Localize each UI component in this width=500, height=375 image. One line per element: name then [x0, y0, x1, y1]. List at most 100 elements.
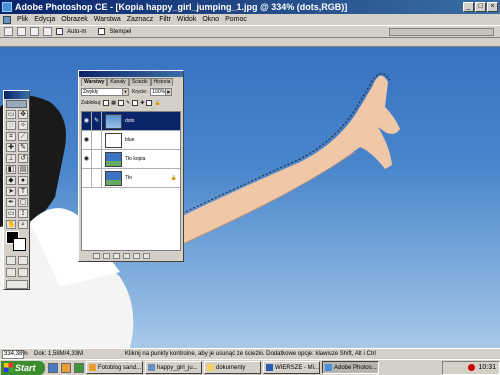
task-dokumenty[interactable]: dokumenty	[204, 361, 261, 374]
layer-row-dots[interactable]: ◉ ✎ dots	[82, 111, 180, 131]
task-wiersze[interactable]: WIERSZE - Mi...	[263, 361, 320, 374]
tab-paths[interactable]: Ścieżki	[128, 78, 151, 86]
adjustment-layer-icon[interactable]	[123, 253, 130, 259]
new-layer-icon[interactable]	[133, 253, 140, 259]
minimize-button[interactable]: _	[463, 2, 474, 12]
task-happy-girl[interactable]: happy_girl_ju...	[145, 361, 202, 374]
lock-position-checkbox[interactable]	[132, 100, 139, 106]
tab-history[interactable]: Historia	[150, 78, 174, 86]
magic-wand-tool-icon[interactable]: ✧	[18, 121, 28, 130]
layer-row-tlo-kopia[interactable]: ◉ Tło kopia	[82, 149, 180, 169]
menu-obrazek[interactable]: Obrazek	[61, 16, 87, 23]
clone-stamp-tool-icon[interactable]: ⊥	[6, 154, 16, 163]
lock-transparency-checkbox[interactable]	[103, 100, 110, 106]
transparency-icon: ▦	[111, 100, 117, 106]
dodge-tool-icon[interactable]: ●	[18, 176, 28, 185]
standard-mode-icon[interactable]	[6, 256, 16, 265]
palette-well[interactable]	[389, 28, 494, 36]
freeform-pen-icon[interactable]	[43, 27, 52, 36]
zoom-field[interactable]: 334,38%	[2, 349, 28, 359]
eyedropper-tool-icon[interactable]: ⟟	[18, 209, 28, 218]
layer-thumbnail	[105, 170, 122, 186]
type-tool-icon[interactable]: T	[18, 187, 28, 196]
media-quicklaunch-icon[interactable]	[74, 362, 84, 373]
history-brush-tool-icon[interactable]: ↺	[18, 154, 28, 163]
status-hint: Kliknij na punkty kontrolne, aby je usun…	[125, 351, 376, 357]
document-icon[interactable]	[3, 15, 11, 24]
word-document-icon	[266, 364, 273, 371]
close-button[interactable]: ×	[487, 2, 498, 12]
menu-widok[interactable]: Widok	[177, 16, 196, 23]
tab-channels[interactable]: Kanały	[107, 78, 129, 86]
antivirus-tray-icon[interactable]	[468, 364, 476, 371]
lock-pixels-checkbox[interactable]	[118, 100, 125, 106]
lasso-tool-icon[interactable]: ◌	[6, 121, 16, 130]
visibility-eye-icon[interactable]: ◉	[82, 130, 92, 150]
trash-icon[interactable]	[143, 253, 150, 259]
brush-tool-icon[interactable]: ✎	[18, 143, 28, 152]
task-fotoblog[interactable]: Fotoblog sand...	[86, 361, 143, 374]
pen-tool-preset-icon[interactable]	[4, 27, 13, 36]
slice-tool-icon[interactable]: ⟋	[18, 132, 28, 141]
pen-tool-icon[interactable]: ✒	[6, 198, 16, 207]
start-button[interactable]: Start	[1, 360, 45, 375]
tab-layers[interactable]: Warstwy	[81, 78, 108, 86]
new-set-icon[interactable]	[113, 253, 120, 259]
visibility-eye-icon[interactable]: ◉	[82, 149, 92, 169]
quick-mask-mode-icon[interactable]	[18, 256, 28, 265]
menu-filtr[interactable]: Filtr	[159, 16, 171, 23]
document-size[interactable]: Dok: 1,58M/4,33M	[34, 351, 83, 357]
folder-icon	[207, 364, 214, 371]
layer-style-icon[interactable]	[93, 253, 100, 259]
status-bar: 334,38% Dok: 1,58M/4,33M Kliknij na punk…	[0, 348, 500, 359]
maximize-button[interactable]: □	[475, 2, 486, 12]
stempel-checkbox[interactable]	[98, 28, 106, 35]
image-canvas[interactable]	[0, 47, 500, 348]
menu-zaznacz[interactable]: Zaznacz	[127, 16, 153, 23]
layer-row-blue[interactable]: ◉ blue	[82, 130, 180, 150]
shape-mode-icon[interactable]	[30, 27, 39, 36]
blend-mode-select[interactable]: Zwykły ▼	[81, 88, 129, 96]
hidden-eye-slot[interactable]	[82, 168, 92, 188]
brush-lock-icon: ✎	[126, 100, 131, 106]
marquee-tool-icon[interactable]: ▭	[6, 110, 16, 119]
clock[interactable]: 10:31	[478, 364, 496, 371]
hand-tool-icon[interactable]: ✋	[6, 220, 16, 229]
blur-tool-icon[interactable]: ◆	[6, 176, 16, 185]
healing-brush-tool-icon[interactable]: ✚	[6, 143, 16, 152]
menu-edycja[interactable]: Edycja	[34, 16, 55, 23]
system-tray: 10:31	[442, 360, 500, 375]
auto-add-checkbox[interactable]	[56, 28, 63, 35]
lock-all-checkbox[interactable]	[146, 100, 153, 106]
layer-row-tlo[interactable]: Tło 🔒	[82, 168, 180, 188]
tools-palette-header[interactable]	[4, 91, 29, 99]
opacity-field[interactable]: 100% ▶	[150, 88, 173, 96]
background-color-swatch[interactable]	[13, 238, 26, 251]
move-tool-icon[interactable]: ✥	[18, 110, 28, 119]
path-mode-icon[interactable]	[17, 27, 26, 36]
adobe-logo-icon[interactable]	[6, 100, 27, 108]
browser-quicklaunch-icon[interactable]	[61, 362, 71, 373]
stempel-label: Stempel	[109, 28, 132, 35]
menu-okno[interactable]: Okno	[202, 16, 219, 23]
menu-warstwa[interactable]: Warstwa	[94, 16, 121, 23]
crop-tool-icon[interactable]: ⌗	[6, 132, 16, 141]
lock-icon: 🔒	[170, 175, 177, 181]
menu-pomoc[interactable]: Pomoc	[225, 16, 247, 23]
menu-plik[interactable]: Plik	[17, 16, 28, 23]
layer-mask-icon[interactable]	[103, 253, 110, 259]
shape-tool-icon[interactable]: ▢	[18, 198, 28, 207]
standard-screen-mode-icon[interactable]	[6, 268, 16, 277]
desktop-quicklaunch-icon[interactable]	[48, 362, 58, 373]
zoom-tool-icon[interactable]: ⌕	[18, 220, 28, 229]
jump-to-imageready-icon[interactable]	[6, 280, 28, 289]
gradient-tool-icon[interactable]: ▤	[18, 165, 28, 174]
visibility-eye-icon[interactable]: ◉	[82, 111, 92, 131]
tools-palette: ▭ ✥ ◌ ✧ ⌗ ⟋ ✚ ✎ ⊥ ↺ ◧ ▤ ◆ ● ➤ T ✒ ▢ ▭ ⟟ …	[3, 90, 30, 290]
task-adobe-photoshop[interactable]: Adobe Photos...	[322, 361, 379, 374]
notes-tool-icon[interactable]: ▭	[6, 209, 16, 218]
eraser-tool-icon[interactable]: ◧	[6, 165, 16, 174]
full-screen-mode-icon[interactable]	[18, 268, 28, 277]
path-selection-tool-icon[interactable]: ➤	[6, 187, 16, 196]
photoshop-app-icon[interactable]	[2, 2, 12, 12]
